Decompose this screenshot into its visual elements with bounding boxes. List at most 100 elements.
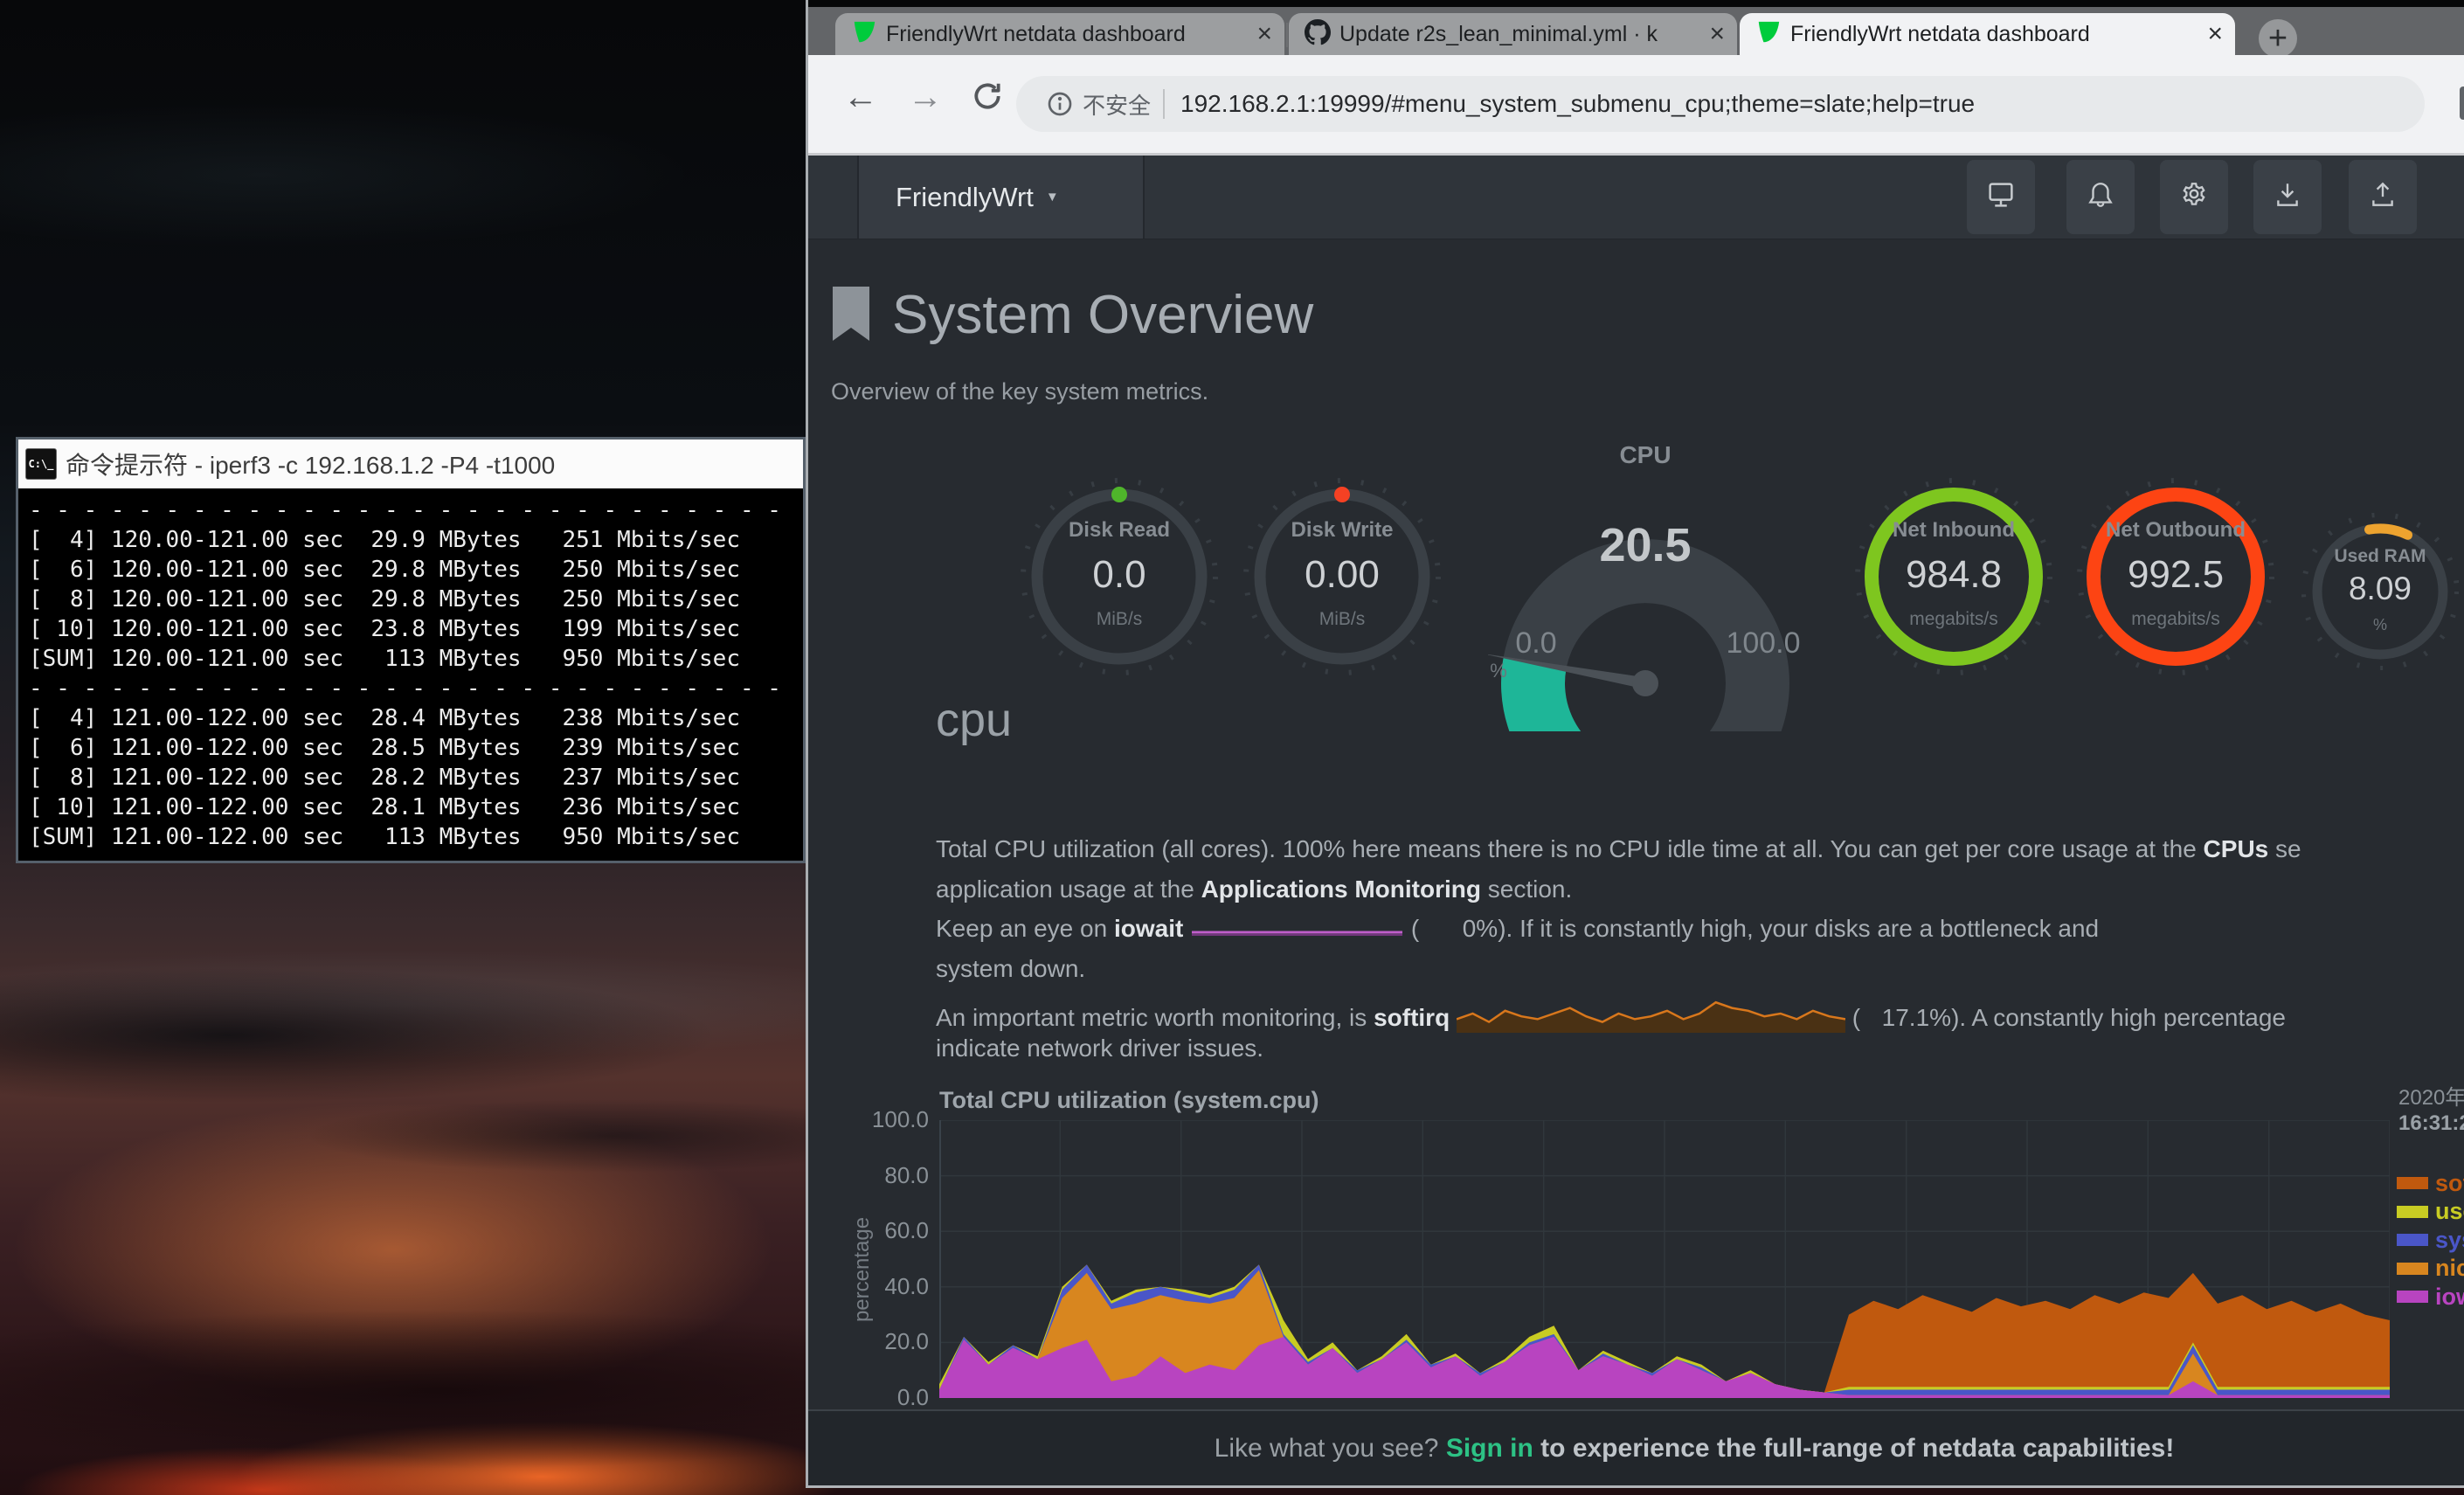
- legend-swatch: [2397, 1291, 2428, 1303]
- gauge-value: 992.5: [2075, 553, 2276, 597]
- text: 0%: [1419, 915, 1498, 943]
- legend-item-iowait[interactable]: iowait: [2397, 1283, 2464, 1312]
- tab-friendlywrt-2-active[interactable]: FriendlyWrt netdata dashboard ×: [1740, 13, 2235, 55]
- tab-label: FriendlyWrt netdata dashboard: [1790, 22, 2198, 47]
- terminal-window[interactable]: C:\_ 命令提示符 - iperf3 -c 192.168.1.2 -P4 -…: [16, 437, 806, 863]
- description-line: Keep an eye on iowait (0%). If it is con…: [936, 915, 2301, 955]
- close-icon[interactable]: ×: [1256, 21, 1272, 47]
- nodes-view-button[interactable]: [1967, 160, 2035, 234]
- legend-item-softirq[interactable]: softirq: [2397, 1169, 2464, 1198]
- alarms-button[interactable]: [2066, 160, 2135, 234]
- browser-window: FriendlyWrt netdata dashboard × Update r…: [806, 0, 2464, 1488]
- reload-button[interactable]: [971, 80, 1004, 121]
- y-tick-label: 20.0: [859, 1328, 929, 1355]
- legend-item-user[interactable]: user: [2397, 1198, 2464, 1227]
- text: system down.: [936, 955, 1085, 982]
- gauge-unit: MiB/s: [1242, 609, 1443, 630]
- import-button[interactable]: [2253, 160, 2322, 234]
- y-tick-label: 80.0: [859, 1162, 929, 1189]
- text: [1183, 915, 1190, 942]
- cpu-utilization-chart[interactable]: [939, 1120, 2390, 1398]
- netdata-page: FriendlyWrt ▼: [808, 156, 2464, 1485]
- text: An important metric worth monitoring, is: [936, 1004, 1374, 1031]
- description-line: indicate network driver issues.: [936, 1035, 2301, 1075]
- terminal-line: [ 6] 121.00-122.00 sec 28.5 MBytes 239 M…: [29, 733, 803, 763]
- terminal-titlebar[interactable]: C:\_ 命令提示符 - iperf3 -c 192.168.1.2 -P4 -…: [18, 440, 803, 488]
- security-label[interactable]: 不安全: [1083, 88, 1151, 121]
- chart-legend[interactable]: softirqusersystemniceiowait: [2397, 1169, 2464, 1312]
- netdata-icon: [1755, 19, 1782, 50]
- gauge-label: Net Inbound: [1853, 518, 2054, 543]
- address-bar[interactable]: 不安全 192.168.2.1:19999/#menu_system_subme…: [1016, 76, 2425, 132]
- legend-item-nice[interactable]: nice: [2397, 1255, 2464, 1284]
- tab-github[interactable]: Update r2s_lean_minimal.yml · k ×: [1289, 13, 1737, 55]
- omnibox-separator: [1163, 89, 1165, 119]
- gauge-label: Used RAM: [2301, 546, 2459, 567]
- gauge-unit: MiB/s: [1019, 609, 1220, 630]
- page-subtitle: Overview of the key system metrics.: [831, 378, 1208, 405]
- bell-icon: [2086, 180, 2115, 214]
- host-name: FriendlyWrt: [896, 182, 1034, 213]
- legend-label: softirq: [2435, 1170, 2464, 1197]
- gauge-unit: megabits/s: [1853, 609, 2054, 630]
- close-icon[interactable]: ×: [2207, 21, 2223, 47]
- signin-link[interactable]: Sign in: [1446, 1434, 1533, 1463]
- host-menu[interactable]: FriendlyWrt ▼: [857, 156, 1145, 239]
- text: [1450, 1004, 1457, 1031]
- gauge-min: 0.0: [1488, 626, 1584, 661]
- gauge-disk-write[interactable]: Disk Write 0.00 MiB/s: [1242, 476, 1443, 677]
- text: (: [1404, 915, 1419, 942]
- signin-bar: Like what you see? Sign in to experience…: [808, 1409, 2464, 1485]
- upload-icon: [2368, 180, 2398, 214]
- gauge-net-inbound[interactable]: Net Inbound 984.8 megabits/s: [1853, 476, 2054, 677]
- new-tab-button[interactable]: +: [2259, 19, 2297, 58]
- gauge-value: 984.8: [1853, 553, 2054, 597]
- emphasis-text: Applications Monitoring: [1201, 876, 1481, 903]
- netdata-navbar: FriendlyWrt ▼: [808, 156, 2464, 239]
- terminal-line: [ 10] 120.00-121.00 sec 23.8 MBytes 199 …: [29, 614, 803, 644]
- back-button[interactable]: ←: [843, 78, 878, 117]
- legend-swatch: [2397, 1206, 2428, 1218]
- tab-strip: FriendlyWrt netdata dashboard × Update r…: [808, 7, 2464, 55]
- tab-label: FriendlyWrt netdata dashboard: [886, 22, 1248, 47]
- iowait-sparkline: [1190, 915, 1404, 943]
- gauge-cpu[interactable]: CPU 20.5 0.0 100.0 %: [1488, 441, 1803, 747]
- emphasis-text: softirq: [1374, 1004, 1450, 1031]
- text: (: [1845, 1004, 1860, 1031]
- legend-swatch: [2397, 1263, 2428, 1275]
- legend-item-system[interactable]: system: [2397, 1226, 2464, 1255]
- gauge-value: 0.00: [1242, 553, 1443, 597]
- signin-prefix: Like what you see?: [1215, 1434, 1446, 1463]
- terminal-line: [ 8] 121.00-122.00 sec 28.2 MBytes 237 M…: [29, 763, 803, 792]
- forward-button[interactable]: →: [908, 78, 943, 117]
- gauge-disk-read[interactable]: Disk Read 0.0 MiB/s: [1019, 476, 1220, 677]
- terminal-title: 命令提示符 - iperf3 -c 192.168.1.2 -P4 -t1000: [66, 446, 555, 481]
- url-text[interactable]: 192.168.2.1:19999/#menu_system_submenu_c…: [1180, 90, 1975, 118]
- gauge-label: CPU: [1488, 441, 1803, 469]
- extension-icon[interactable]: [2460, 87, 2464, 120]
- text: indicate network driver issues.: [936, 1035, 1263, 1062]
- text: ). A constantly high percentage: [1951, 1004, 2286, 1031]
- github-icon: [1305, 19, 1331, 50]
- description-line: An important metric worth monitoring, is…: [936, 994, 2301, 1035]
- window-top-edge: [808, 0, 2464, 7]
- gauge-used-ram[interactable]: Used RAM 8.09 %: [2301, 513, 2459, 670]
- netdata-icon: [851, 19, 877, 50]
- signin-suffix: to experience the full-range of netdata …: [1533, 1434, 2175, 1463]
- tab-friendlywrt-1[interactable]: FriendlyWrt netdata dashboard ×: [835, 13, 1284, 55]
- export-button[interactable]: [2349, 160, 2417, 234]
- text: se: [2268, 835, 2301, 862]
- close-icon[interactable]: ×: [1709, 21, 1725, 47]
- terminal-output[interactable]: - - - - - - - - - - - - - - - - - - - - …: [18, 488, 803, 861]
- gauge-max: 100.0: [1706, 626, 1820, 661]
- y-tick-label: 100.0: [859, 1106, 929, 1133]
- page-title: System Overview: [892, 284, 1313, 346]
- chart-time: 16:31:2: [2398, 1111, 2464, 1136]
- y-tick-label: 40.0: [859, 1273, 929, 1300]
- gauge-net-outbound[interactable]: Net Outbound 992.5 megabits/s: [2075, 476, 2276, 677]
- legend-swatch: [2397, 1234, 2428, 1246]
- terminal-line: [ 8] 120.00-121.00 sec 29.8 MBytes 250 M…: [29, 585, 803, 614]
- settings-button[interactable]: [2160, 160, 2228, 234]
- info-icon[interactable]: [1046, 90, 1074, 118]
- description-line: system down.: [936, 955, 2301, 995]
